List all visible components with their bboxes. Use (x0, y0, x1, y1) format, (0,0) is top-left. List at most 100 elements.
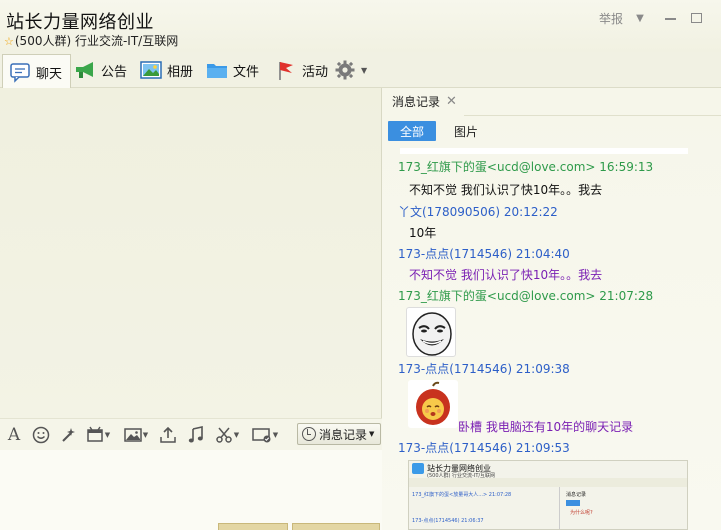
chevron-down-icon: ▼ (361, 65, 368, 75)
message-time: 21:09:53 (515, 441, 570, 455)
clock-icon (302, 427, 316, 441)
chevron-down-icon: ▼ (104, 431, 111, 439)
panel-header-divider (464, 115, 721, 116)
chat-icon (9, 61, 31, 83)
minimize-icon (664, 18, 676, 20)
message-text: 卧槽 我电脑还有10年的聊天记录 (458, 420, 634, 434)
tab-chat[interactable]: 聊天 (2, 54, 72, 89)
message-text: 不知不觉 我们认识了快10年。。我去 (409, 183, 603, 197)
upload-icon (160, 426, 176, 443)
tab-activity[interactable]: 活动 (275, 54, 328, 86)
more-tools-button[interactable]: ▼ (248, 425, 282, 445)
music-note-icon (188, 426, 203, 443)
tab-notice-label: 公告 (101, 64, 128, 80)
message-header: 173_红旗下的蛋<ucd@love.com> 16:59:13 (398, 158, 653, 175)
maximize-icon (690, 13, 702, 23)
history-panel: 消息记录 ✕ 全部 图片 173_红旗下的蛋<ucd@love.com> 16:… (382, 88, 721, 530)
close-button[interactable] (218, 523, 288, 530)
settings-menu[interactable]: ▼ (334, 54, 367, 86)
message-header: 173-点点(1714546) 21:09:38 (398, 360, 570, 377)
group-meta: ☆(500人群) 行业交流-IT/互联网 (4, 32, 178, 49)
message-time: 21:09:38 (515, 362, 570, 376)
filter-all-button[interactable]: 全部 (388, 121, 436, 141)
screenshot-side-panel: 消息记录 为什么呢? (559, 487, 687, 529)
report-button[interactable]: 举报 (596, 8, 626, 28)
minimize-button[interactable] (661, 8, 679, 28)
tab-files[interactable]: 文件 (206, 54, 259, 86)
tab-message-history[interactable]: 消息记录 ✕ (382, 88, 464, 116)
magic-button[interactable] (57, 425, 79, 445)
flag-icon (275, 59, 297, 81)
message-time: 21:07:28 (599, 289, 654, 303)
chevron-down-icon: ▼ (272, 431, 279, 439)
emoji-button[interactable] (30, 425, 52, 445)
tab-files-label: 文件 (233, 64, 260, 80)
message-sender: 173_红旗下的蛋<ucd@love.com> (398, 289, 596, 303)
font-button[interactable]: A (3, 425, 25, 445)
message-time: 16:59:13 (599, 160, 654, 174)
chevron-down-icon: ▼ (233, 431, 240, 439)
message-sender: 173-点点(1714546) (398, 362, 513, 376)
upload-button[interactable] (157, 425, 179, 445)
folder-icon (206, 59, 228, 81)
chat-message-area[interactable] (0, 88, 382, 418)
chevron-down-icon: ▼ (142, 431, 149, 439)
message-history-button[interactable]: 消息记录 ▼ (297, 423, 381, 445)
message-sender: 丫文(178090506) (398, 205, 501, 219)
tab-message-history-label: 消息记录 (392, 94, 441, 109)
star-icon: ☆ (4, 35, 14, 48)
message-history-label: 消息记录 (319, 427, 368, 442)
filter-images-button[interactable]: 图片 (454, 121, 478, 141)
scissors-icon (216, 427, 232, 443)
input-toolbar: A ▼ ▼ ▼ ▼ 消息记录 ▼ (0, 418, 382, 450)
message-input[interactable] (0, 450, 382, 530)
history-scroll-edge (400, 148, 688, 154)
title-bar: 站长力量网络创业 ☆(500人群) 行业交流-IT/互联网 举报 ▼ (0, 0, 721, 52)
maximize-button[interactable] (687, 8, 705, 28)
message-sender: 173_红旗下的蛋<ucd@love.com> (398, 160, 596, 174)
message-sender: 173-点点(1714546) (398, 441, 513, 455)
screenshot-line: 173_红旗下的蛋<放量哥大人...> 21:07:28 (412, 492, 512, 498)
window-shake-icon (87, 426, 103, 442)
screenshot-panel-label: 消息记录 (566, 492, 587, 498)
apple-emoji-icon (416, 381, 450, 425)
image-button[interactable]: ▼ (120, 425, 152, 445)
message-sender: 173-点点(1714546) (398, 247, 513, 261)
music-button[interactable] (185, 425, 207, 445)
shake-button[interactable]: ▼ (83, 425, 113, 445)
close-icon[interactable]: ✕ (446, 94, 457, 109)
message-header: 173-点点(1714546) 21:04:40 (398, 245, 570, 262)
screenshot-red-note: 为什么呢? (570, 510, 593, 516)
screenshot-line: 173-点点(1714546) 21:06:37 (412, 518, 484, 524)
screenshot-button[interactable]: ▼ (212, 425, 242, 445)
screenshot-filter (566, 500, 580, 506)
group-meta-text: (500人群) 行业交流-IT/互联网 (14, 34, 179, 48)
message-header: 173-点点(1714546) 21:09:53 (398, 439, 570, 456)
tab-album[interactable]: 相册 (140, 54, 193, 86)
menu-dropdown-icon[interactable]: ▼ (631, 8, 649, 28)
sticker-image[interactable] (406, 307, 456, 357)
tab-notice[interactable]: 公告 (74, 54, 127, 86)
font-icon: A (7, 425, 21, 445)
message-time: 21:04:40 (515, 247, 570, 261)
message-text: 不知不觉 我们认识了快10年。。我去 (409, 268, 603, 282)
gear-icon (334, 59, 356, 81)
tab-chat-label: 聊天 (36, 66, 63, 82)
message-screenshot-image[interactable]: 站长力量网络创业 (500人群) 行业交流-IT/互联网 173_红旗下的蛋<放… (408, 460, 688, 530)
tab-activity-label: 活动 (302, 64, 329, 80)
photo-icon (140, 59, 162, 81)
sticker-image[interactable] (408, 380, 458, 428)
image-icon (124, 428, 142, 442)
group-name: 站长力量网络创业 (6, 12, 154, 33)
tab-album-label: 相册 (167, 64, 194, 80)
message-time: 20:12:22 (503, 205, 558, 219)
remote-control-icon (252, 428, 271, 443)
magic-wand-icon (62, 428, 75, 442)
group-toolbar: 聊天 公告 相册 文件 活动 ▼ (0, 52, 721, 89)
screenshot-toolbar (409, 478, 687, 487)
send-button[interactable] (292, 523, 380, 530)
smiley-icon (32, 426, 50, 444)
chevron-down-icon: ▼ (369, 430, 375, 438)
message-header: 173_红旗下的蛋<ucd@love.com> 21:07:28 (398, 287, 653, 304)
megaphone-icon (74, 59, 96, 81)
